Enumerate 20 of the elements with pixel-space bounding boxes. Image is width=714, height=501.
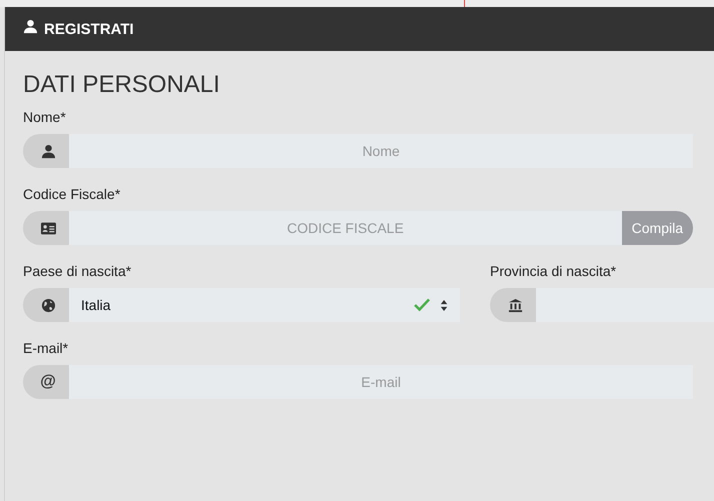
header-title: REGISTRATI [44,20,134,38]
globe-icon [40,298,56,312]
person-icon [23,19,38,34]
field-label: Nome* [23,109,67,125]
field-placeholder: Nome [362,143,400,159]
person-icon [40,144,56,158]
section-title: DATI PERSONALI [23,71,221,99]
field-label: Codice Fiscale* [23,186,122,202]
bank-icon [508,298,522,312]
field-placeholder: CODICE FISCALE [286,220,404,236]
field-label: E-mail* [23,340,70,356]
id-card-icon [40,220,56,236]
field-value: Italia [81,297,111,313]
field-placeholder: E-mail [361,374,401,390]
input-field[interactable] [490,288,714,322]
compila-button[interactable]: Compila [622,211,693,245]
sort-arrows-icon [440,300,448,310]
field-label: Paese di nascita* [23,263,132,279]
at-icon: @ [40,373,56,391]
field-label: Provincia di nascita* [490,263,618,279]
